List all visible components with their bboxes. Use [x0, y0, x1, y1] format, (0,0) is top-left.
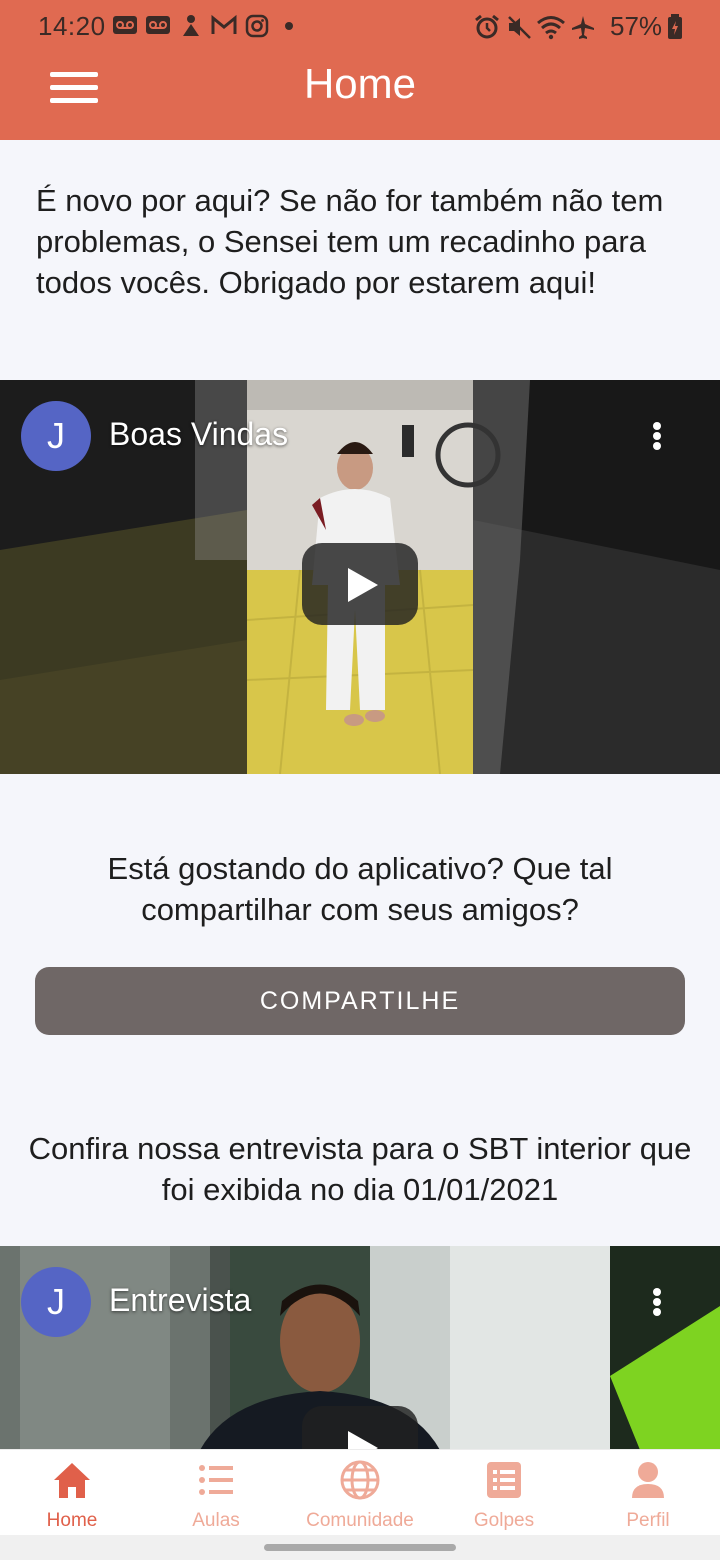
video-title: Boas Vindas: [109, 416, 289, 452]
nav-perfil[interactable]: Perfil: [576, 1450, 720, 1536]
nav-home[interactable]: Home: [0, 1450, 144, 1536]
more-options-icon[interactable]: [640, 416, 674, 456]
share-prompt: Está gostando do aplicativo? Que tal com…: [107, 851, 613, 927]
channel-avatar[interactable]: J: [21, 401, 91, 471]
nav-label: Golpes: [473, 1510, 535, 1531]
list-icon: [199, 1465, 233, 1495]
voicemail-icon: [113, 16, 137, 34]
person-icon: [632, 1462, 664, 1498]
interview-text: Confira nossa entrevista para o SBT inte…: [28, 1131, 692, 1207]
nav-label: Home: [46, 1510, 98, 1531]
intro-text: É novo por aqui? Se não for também não t…: [36, 183, 664, 300]
channel-avatar[interactable]: J: [21, 1267, 91, 1337]
video-title: Entrevista: [109, 1282, 252, 1318]
mute-icon: [508, 16, 531, 39]
book-list-icon: [487, 1462, 521, 1498]
home-indicator[interactable]: [264, 1544, 456, 1551]
battery-charging-icon: [668, 14, 682, 39]
dot-icon: [285, 22, 293, 30]
globe-icon: [340, 1460, 380, 1500]
alarm-icon: [475, 14, 499, 39]
voicemail-icon: [146, 16, 170, 34]
bottom-navigation: Home Aulas Comunidade Golpes Perfil: [0, 1449, 720, 1535]
nav-label: Comunidade: [306, 1510, 414, 1531]
video-interview[interactable]: J Entrevista: [0, 1246, 720, 1450]
nav-label: Aulas: [192, 1510, 240, 1531]
game-icon: [183, 15, 199, 36]
play-button[interactable]: [302, 1406, 418, 1450]
status-bar: 14:20 57%: [0, 0, 720, 52]
home-icon: [54, 1463, 90, 1498]
status-time: 14:20: [38, 11, 106, 41]
app-bar: 14:20 57% Home: [0, 0, 720, 140]
nav-golpes[interactable]: Golpes: [432, 1450, 576, 1536]
app-screen: 14:20 57% Home É novo por aqui? Se não f…: [0, 0, 720, 1560]
nav-label: Perfil: [626, 1510, 670, 1531]
instagram-icon: [245, 14, 269, 38]
gmail-icon: [211, 14, 237, 34]
video-welcome[interactable]: J Boas Vindas: [0, 380, 720, 774]
airplane-icon: [572, 16, 594, 39]
share-button[interactable]: COMPARTILHE: [35, 967, 685, 1035]
more-options-icon[interactable]: [640, 1282, 674, 1322]
page-title: Home: [303, 60, 417, 107]
play-button[interactable]: [302, 543, 418, 625]
nav-comunidade[interactable]: Comunidade: [288, 1450, 432, 1536]
wifi-icon: [537, 16, 565, 40]
nav-aulas[interactable]: Aulas: [144, 1450, 288, 1536]
battery-level: 57%: [610, 11, 663, 41]
